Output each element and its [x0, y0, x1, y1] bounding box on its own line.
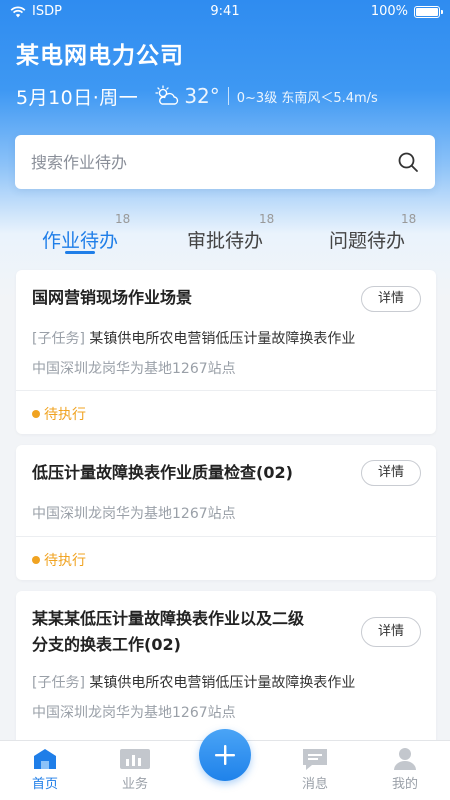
search-bar[interactable] — [15, 135, 435, 189]
tab-work-todo[interactable]: 作业待办 18 — [5, 212, 155, 253]
task-card[interactable]: 国网营销现场作业场景 详情 [子任务] 某镇供电所农电营销低压计量故障换表作业 … — [16, 270, 436, 434]
detail-button[interactable]: 详情 — [361, 286, 421, 312]
battery-percent: 100% — [370, 4, 408, 19]
task-location: 中国深圳龙岗华为基地1267站点 — [32, 705, 236, 721]
plus-icon — [215, 745, 235, 765]
nav-profile[interactable]: 我的 — [370, 747, 440, 792]
tab-label: 作业待办 — [41, 230, 118, 252]
date-weather-row: 5月10日·周一 32° 0~3级 东南风＜5.4m/s — [16, 82, 378, 110]
tab-approval-todo[interactable]: 审批待办 18 — [150, 212, 300, 253]
status-badge: 待执行 — [32, 404, 86, 424]
subtask-text: 某镇供电所农电营销低压计量故障换表作业 — [89, 675, 356, 691]
nav-messages[interactable]: 消息 — [280, 747, 350, 792]
tab-count: 18 — [259, 212, 275, 226]
company-title: 某电网电力公司 — [16, 43, 184, 69]
battery-icon — [414, 5, 443, 18]
subtask-tag: [子任务] — [32, 331, 85, 347]
task-title-continued: 分支的换表工作(02) — [32, 635, 181, 654]
tab-label: 问题待办 — [328, 230, 405, 252]
subtask-line: [子任务] 某镇供电所农电营销低压计量故障换表作业 — [32, 328, 355, 348]
detail-button[interactable]: 详情 — [361, 460, 421, 486]
status-dot — [32, 410, 40, 418]
tab-label: 审批待办 — [186, 230, 263, 252]
tab-count: 18 — [115, 212, 131, 226]
search-icon[interactable] — [397, 151, 419, 173]
card-divider — [16, 390, 436, 391]
card-divider — [16, 536, 436, 537]
status-bar: ISDP 9:41 100% — [0, 0, 450, 26]
nav-label: 业务 — [121, 777, 148, 792]
subtask-line: [子任务] 某镇供电所农电营销低压计量故障换表作业 — [32, 672, 355, 692]
nav-label: 我的 — [391, 777, 418, 792]
tab-issue-todo[interactable]: 问题待办 18 — [292, 212, 442, 253]
nav-business[interactable]: 业务 — [100, 747, 170, 792]
task-card[interactable]: 某某某低压计量故障换表作业以及二级 分支的换表工作(02) 详情 [子任务] 某… — [16, 591, 436, 751]
subtask-tag: [子任务] — [32, 675, 85, 691]
tab-count: 18 — [401, 212, 417, 226]
task-location: 中国深圳龙岗华为基地1267站点 — [32, 361, 236, 377]
business-chart-icon — [120, 749, 150, 769]
home-icon — [34, 749, 56, 769]
date-label: 5月10日·周一 — [16, 86, 139, 109]
nav-label: 首页 — [31, 777, 58, 792]
status-dot — [32, 556, 40, 564]
partly-cloudy-icon — [155, 85, 179, 105]
temperature-label: 32° — [184, 84, 220, 108]
status-text: 待执行 — [44, 553, 86, 569]
detail-button[interactable]: 详情 — [361, 617, 421, 647]
task-title: 国网营销现场作业场景 — [32, 288, 193, 307]
subtask-text: 某镇供电所农电营销低压计量故障换表作业 — [89, 331, 356, 347]
todo-tabs: 作业待办 18 审批待办 18 问题待办 18 — [0, 212, 450, 262]
message-icon — [303, 749, 327, 770]
nav-home[interactable]: 首页 — [10, 747, 80, 792]
status-text: 待执行 — [44, 407, 86, 423]
active-tab-indicator — [65, 251, 95, 254]
task-location: 中国深圳龙岗华为基地1267站点 — [32, 506, 236, 522]
weather-divider — [227, 87, 229, 105]
task-card[interactable]: 低压计量故障换表作业质量检查(02) 详情 中国深圳龙岗华为基地1267站点 待… — [16, 445, 436, 580]
wind-info: 0~3级 东南风＜5.4m/s — [236, 90, 378, 106]
profile-icon — [394, 748, 416, 770]
nav-label: 消息 — [301, 777, 328, 792]
status-badge: 待执行 — [32, 550, 86, 570]
task-title: 低压计量故障换表作业质量检查(02) — [32, 463, 293, 482]
search-input[interactable] — [31, 152, 397, 172]
add-button[interactable] — [199, 729, 251, 781]
